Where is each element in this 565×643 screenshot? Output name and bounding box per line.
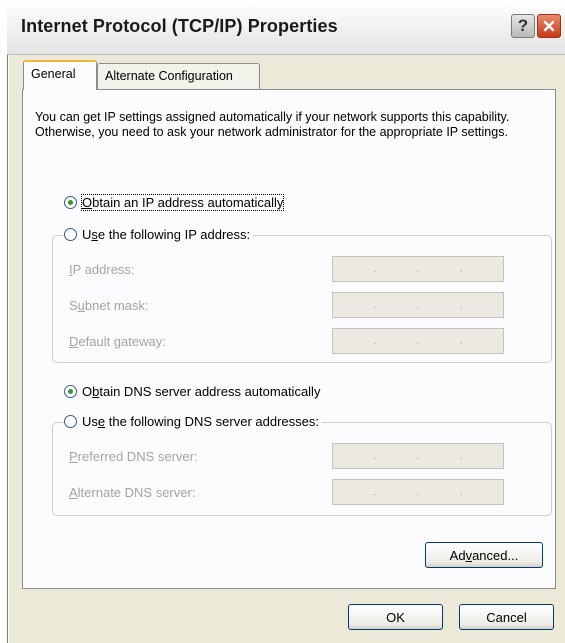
cancel-button[interactable]: Cancel [459,604,554,630]
ip-address-group: IP address: ... Subnet mask: ... Default… [52,235,552,363]
ip-address-field[interactable]: ... [332,256,504,282]
advanced-button[interactable]: Ad v anced... [425,542,543,568]
use-following-dns-label: Use the following DNS server addresses: [82,414,319,429]
title-bar[interactable]: Internet Protocol (TCP/IP) Properties ? [7,0,565,55]
preferred-dns-field[interactable]: ... [332,443,504,469]
ok-button[interactable]: OK [348,604,443,630]
radio-selected-icon [64,196,77,209]
default-gateway-field[interactable]: ... [332,328,504,354]
preferred-dns-row: Preferred DNS server: ... [69,443,504,471]
dns-server-group: Preferred DNS server: ... Alternate DNS … [52,422,552,516]
radio-unselected-icon [64,228,77,241]
use-following-ip-radio[interactable]: Use the following IP address: [64,227,254,242]
alternate-dns-field[interactable]: ... [332,479,504,505]
obtain-ip-automatically-label: Obtain an IP address automatically [80,194,285,211]
obtain-ip-automatically-radio[interactable]: Obtain an IP address automatically [64,194,287,211]
tab-alternate-configuration[interactable]: Alternate Configuration [97,63,260,89]
dialog-window: Internet Protocol (TCP/IP) Properties ? … [7,0,565,643]
obtain-dns-automatically-radio[interactable]: Obtain DNS server address automatically [64,384,324,399]
alternate-dns-label: Alternate DNS server: [69,485,196,500]
default-gateway-row: Default gateway: ... [69,328,504,356]
radio-unselected-icon [64,415,77,428]
subnet-mask-row: Subnet mask: ... [69,292,504,320]
dialog-title: Internet Protocol (TCP/IP) Properties [21,16,338,36]
help-icon: ? [517,16,529,35]
general-tab-panel: You can get IP settings assigned automat… [22,89,556,589]
intro-text: You can get IP settings assigned automat… [35,110,510,139]
close-button[interactable] [537,14,561,38]
obtain-dns-automatically-label: Obtain DNS server address automatically [82,384,321,399]
ip-address-label: IP address: [69,262,135,277]
close-icon [543,20,555,32]
preferred-dns-label: Preferred DNS server: [69,449,198,464]
ip-address-row: IP address: ... [69,256,504,284]
use-following-ip-label: Use the following IP address: [82,227,251,242]
subnet-mask-label: Subnet mask: [69,298,149,313]
radio-selected-icon [64,385,77,398]
help-button[interactable]: ? [511,14,535,38]
tab-general[interactable]: General [23,60,97,90]
use-following-dns-radio[interactable]: Use the following DNS server addresses: [64,414,322,429]
alternate-dns-row: Alternate DNS server: ... [69,479,504,507]
subnet-mask-field[interactable]: ... [332,292,504,318]
default-gateway-label: Default gateway: [69,334,166,349]
